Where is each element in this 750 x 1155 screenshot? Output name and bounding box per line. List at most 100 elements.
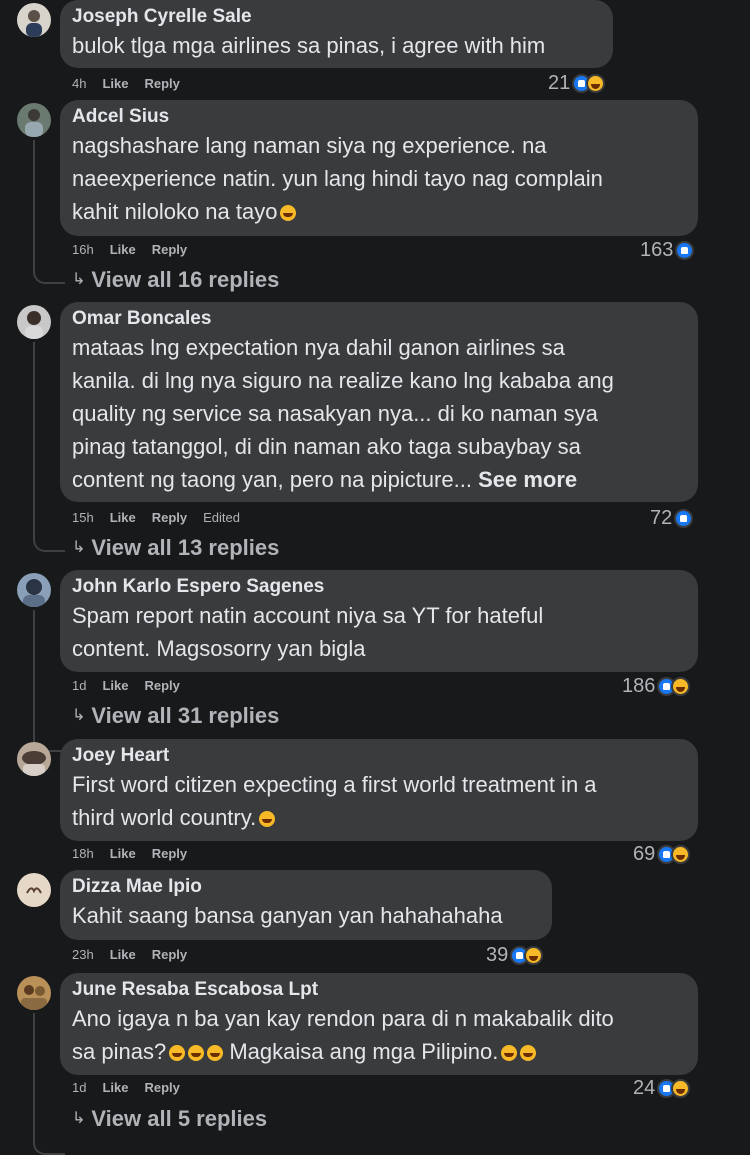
- comment-author[interactable]: Dizza Mae Ipio: [72, 875, 540, 899]
- comment-bubble: Dizza Mae Ipio Kahit saang bansa ganyan …: [60, 870, 552, 940]
- reaction-count[interactable]: 39: [486, 944, 544, 966]
- comment-text-segment: third world country.: [72, 805, 257, 830]
- like-button[interactable]: Like: [110, 510, 136, 526]
- view-replies-label: View all 13 replies: [91, 535, 280, 560]
- comment-text-line: nagshashare lang naman siya ng experienc…: [72, 133, 547, 158]
- comment-author[interactable]: Joseph Cyrelle Sale: [72, 5, 601, 29]
- edited-label: Edited: [203, 510, 240, 525]
- comment-actions: 15h Like Reply Edited: [72, 510, 240, 526]
- comment-time[interactable]: 1d: [72, 678, 86, 694]
- reply-arrow-icon: ↳: [72, 1110, 86, 1127]
- like-button[interactable]: Like: [102, 76, 128, 92]
- avatar[interactable]: [17, 3, 51, 37]
- reply-button[interactable]: Reply: [152, 947, 187, 963]
- like-icon: [674, 508, 694, 528]
- comment-text-line: kanila. di lng nya siguro na realize kan…: [72, 368, 614, 393]
- reply-button[interactable]: Reply: [152, 242, 187, 258]
- reply-arrow-icon: ↳: [72, 707, 86, 724]
- view-replies-label: View all 5 replies: [91, 1106, 268, 1131]
- comment-text-line: Ano igaya n ba yan kay rendon para di n …: [72, 1006, 614, 1031]
- grin-emoji-icon: [207, 1045, 224, 1062]
- grin-emoji-icon: [169, 1045, 186, 1062]
- haha-icon: [671, 676, 691, 696]
- comment-actions: 1d Like Reply: [72, 678, 180, 694]
- like-button[interactable]: Like: [110, 846, 136, 862]
- comment-text-line: mataas lng expectation nya dahil ganon a…: [72, 335, 565, 360]
- comment-actions: 23h Like Reply: [72, 947, 187, 963]
- haha-icon: [671, 1078, 691, 1098]
- comment-text-segment: content ng taong yan, pero na pipicture.…: [72, 467, 472, 492]
- avatar[interactable]: [17, 742, 51, 776]
- comment-bubble: Joseph Cyrelle Sale bulok tlga mga airli…: [60, 0, 613, 68]
- comment-text-line: quality ng service sa nasakyan nya... di…: [72, 401, 598, 426]
- reply-button[interactable]: Reply: [152, 510, 187, 526]
- reply-arrow-icon: ↳: [72, 539, 86, 556]
- comment-text-line: third world country.: [72, 801, 686, 834]
- comment-text: bulok tlga mga airlines sa pinas, i agre…: [72, 33, 546, 58]
- like-button[interactable]: Like: [102, 1080, 128, 1096]
- comment-bubble: June Resaba Escabosa Lpt Ano igaya n ba …: [60, 973, 698, 1075]
- comment-time[interactable]: 16h: [72, 242, 94, 258]
- grin-emoji-icon: [501, 1045, 518, 1062]
- see-more-link[interactable]: See more: [478, 467, 577, 492]
- reaction-count[interactable]: 72: [650, 507, 694, 529]
- haha-icon: [671, 844, 691, 864]
- comment-time[interactable]: 18h: [72, 846, 94, 862]
- comment-actions: 18h Like Reply: [72, 846, 187, 862]
- comment-text-line: Spam report natin account niya sa YT for…: [72, 603, 544, 628]
- reply-button[interactable]: Reply: [144, 678, 179, 694]
- reaction-count[interactable]: 163: [640, 239, 695, 261]
- reaction-number: 24: [633, 1077, 656, 1099]
- reply-button[interactable]: Reply: [144, 76, 179, 92]
- avatar[interactable]: [17, 976, 51, 1010]
- comment-text-line: First word citizen expecting a first wor…: [72, 772, 597, 797]
- comment-text-line: sa pinas? Magkaisa ang mga Pilipino.: [72, 1035, 686, 1068]
- haha-icon: [524, 945, 544, 965]
- comment-actions: 4h Like Reply: [72, 76, 180, 92]
- view-replies-link[interactable]: ↳ View all 16 replies: [72, 267, 279, 293]
- reply-arrow-icon: ↳: [72, 271, 86, 288]
- reaction-number: 21: [548, 72, 571, 94]
- comment-author[interactable]: Joey Heart: [72, 744, 686, 768]
- comment-text-segment: kahit nilolok​o na tayo: [72, 199, 278, 224]
- reply-button[interactable]: Reply: [144, 1080, 179, 1096]
- haha-icon: [586, 73, 606, 93]
- avatar[interactable]: [17, 873, 51, 907]
- comment-time[interactable]: 23h: [72, 947, 94, 963]
- reaction-number: 186: [622, 675, 656, 697]
- comment-author[interactable]: Omar Boncales: [72, 307, 686, 331]
- like-button[interactable]: Like: [102, 678, 128, 694]
- grin-emoji-icon: [259, 811, 276, 828]
- comment-author[interactable]: Adcel Sius: [72, 105, 686, 129]
- comment-text-segment: sa pinas?: [72, 1039, 167, 1064]
- comment-actions: 1d Like Reply: [72, 1080, 180, 1096]
- view-replies-link[interactable]: ↳ View all 13 replies: [72, 535, 279, 561]
- avatar[interactable]: [17, 305, 51, 339]
- comment-bubble: Omar Boncales mataas lng expectation nya…: [60, 302, 698, 502]
- comment-text-line: pinag tatanggol, di din naman ako taga s…: [72, 434, 581, 459]
- reaction-count[interactable]: 24: [633, 1077, 691, 1099]
- reaction-count[interactable]: 186: [622, 675, 691, 697]
- grin-emoji-icon: [520, 1045, 537, 1062]
- comment-text-line: content ng taong yan, pero na pipicture.…: [72, 463, 686, 496]
- comment-time[interactable]: 4h: [72, 76, 86, 92]
- avatar[interactable]: [17, 103, 51, 137]
- reaction-number: 69: [633, 843, 656, 865]
- grin-emoji-icon: [280, 205, 297, 222]
- comment-bubble: Joey Heart First word citizen expecting …: [60, 739, 698, 841]
- view-replies-link[interactable]: ↳ View all 31 replies: [72, 703, 279, 729]
- comment-time[interactable]: 15h: [72, 510, 94, 526]
- comment-author[interactable]: June Resaba Escabosa Lpt: [72, 978, 686, 1002]
- reaction-count[interactable]: 69: [633, 843, 691, 865]
- comment-time[interactable]: 1d: [72, 1080, 86, 1096]
- reaction-count[interactable]: 21: [548, 72, 606, 94]
- comment-text-segment: Magkaisa ang mga Pilipino.: [229, 1039, 499, 1064]
- reply-button[interactable]: Reply: [152, 846, 187, 862]
- view-replies-link[interactable]: ↳ View all 5 replies: [72, 1106, 267, 1132]
- like-button[interactable]: Like: [110, 947, 136, 963]
- avatar[interactable]: [17, 573, 51, 607]
- comment-author[interactable]: John Karlo Espero Sagenes: [72, 575, 686, 599]
- comment-text-line: naeexperience natin. yun lang hindi tayo…: [72, 166, 603, 191]
- like-button[interactable]: Like: [110, 242, 136, 258]
- comment-text-line: kahit nilolok​o na tayo: [72, 195, 686, 228]
